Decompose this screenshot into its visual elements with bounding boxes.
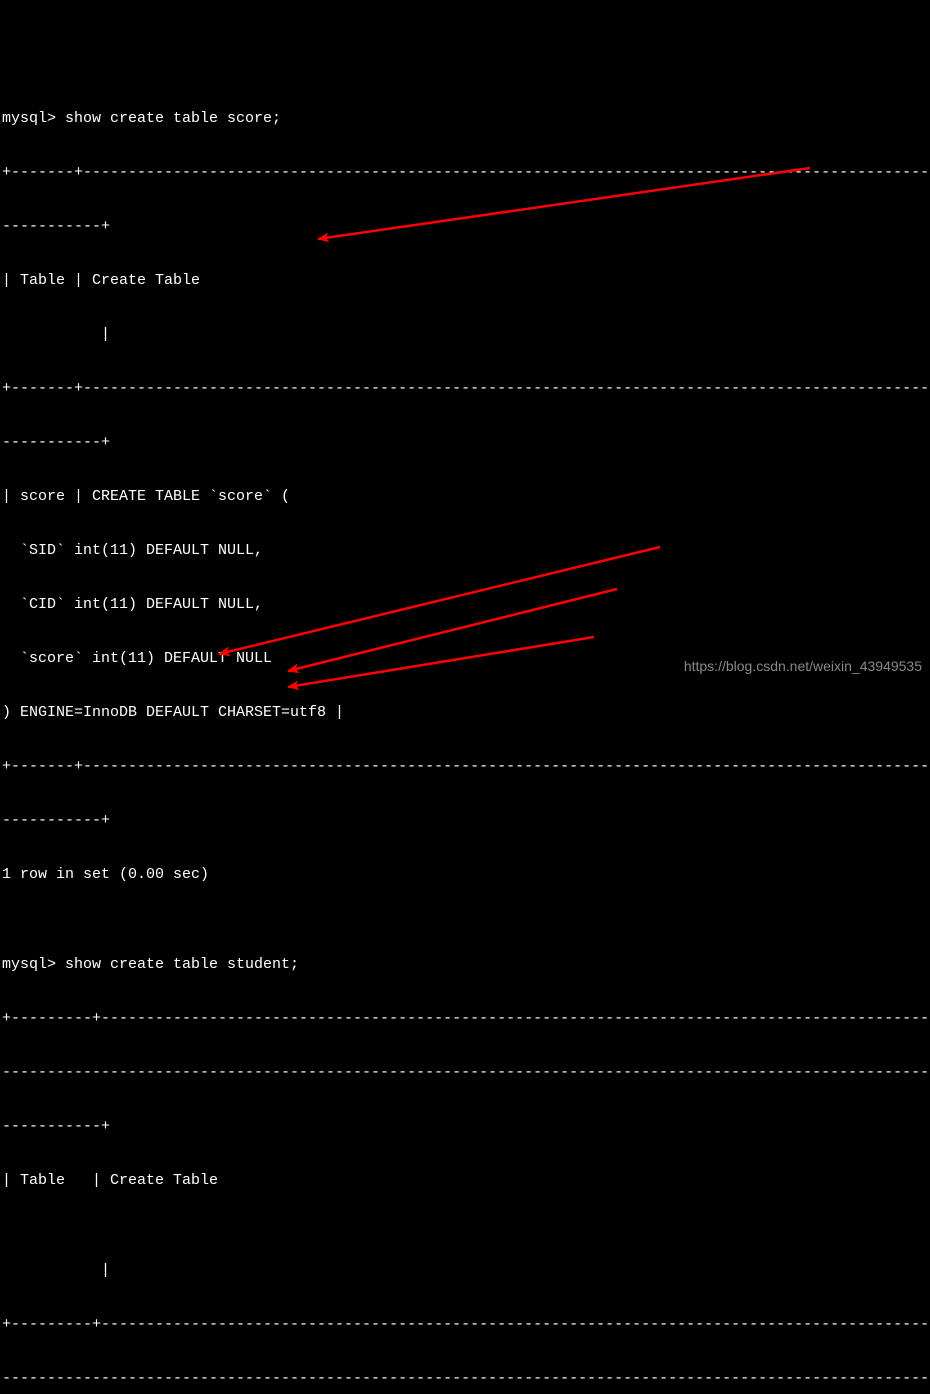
cmd-line[interactable]: mysql> show create table student; (2, 956, 930, 974)
result-status: 1 row in set (0.00 sec) (2, 866, 930, 884)
divider: +---------+-----------------------------… (2, 1316, 930, 1334)
cmd-line[interactable]: mysql> show create table score; (2, 110, 930, 128)
divider: -----------+ (2, 434, 930, 452)
table-row: `CID` int(11) DEFAULT NULL, (2, 596, 930, 614)
divider: -----------+ (2, 218, 930, 236)
table-row: `SID` int(11) DEFAULT NULL, (2, 542, 930, 560)
table-row: | score | CREATE TABLE `score` ( (2, 488, 930, 506)
table-header: | (2, 1262, 930, 1280)
divider: +---------+-----------------------------… (2, 1010, 930, 1028)
terminal-output: mysql> show create table score; +-------… (0, 72, 930, 1394)
divider: +-------+-------------------------------… (2, 758, 930, 776)
divider: +-------+-------------------------------… (2, 164, 930, 182)
divider: ----------------------------------------… (2, 1370, 930, 1388)
divider: ----------------------------------------… (2, 1064, 930, 1082)
divider: +-------+-------------------------------… (2, 380, 930, 398)
divider: -----------+ (2, 812, 930, 830)
divider: -----------+ (2, 1118, 930, 1136)
watermark: https://blog.csdn.net/weixin_43949535 (684, 657, 922, 675)
table-header: | Table | Create Table (2, 1172, 930, 1190)
table-header: | (2, 326, 930, 344)
table-header: | Table | Create Table (2, 272, 930, 290)
table-row: ) ENGINE=InnoDB DEFAULT CHARSET=utf8 | (2, 704, 930, 722)
